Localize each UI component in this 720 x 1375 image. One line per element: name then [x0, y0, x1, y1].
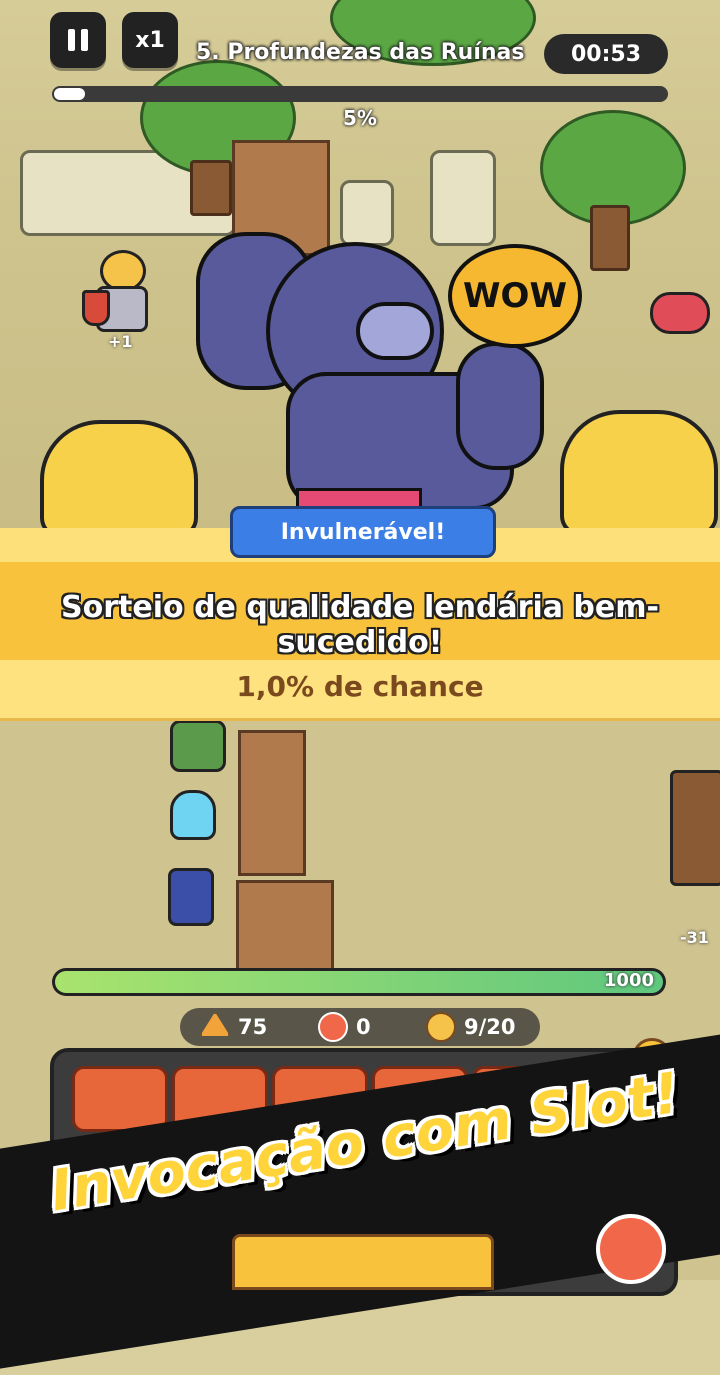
base-health-bar: 1000: [52, 968, 666, 996]
banana-monster-right: [560, 410, 718, 536]
gold-icon: [200, 1012, 230, 1036]
base-health-value: 1000: [603, 970, 654, 991]
mage-unit[interactable]: [168, 868, 214, 926]
bonus-label: +1: [108, 332, 133, 351]
summon-button[interactable]: [232, 1234, 494, 1290]
wooden-gate: [238, 730, 306, 876]
gem-counter: 0: [318, 1012, 371, 1042]
gold-value: 75: [238, 1015, 268, 1039]
pause-icon: [68, 29, 88, 51]
invulnerable-badge: Invulnerável!: [230, 506, 496, 558]
damage-label: -31: [680, 928, 709, 947]
tree-trunk: [590, 205, 630, 271]
knight-hero[interactable]: [82, 250, 162, 340]
totem-enemy: [670, 770, 720, 886]
speed-label: x1: [135, 27, 165, 53]
snail-enemy: [650, 292, 710, 334]
gem-value: 0: [356, 1015, 371, 1039]
tree-trunk: [190, 160, 232, 216]
unit-counter: 9/20: [426, 1012, 516, 1042]
timer: 00:53: [544, 34, 668, 74]
legendary-message: Sorteio de qualidade lendária bem-sucedi…: [61, 590, 659, 660]
archer-unit[interactable]: [170, 720, 226, 772]
wave-progress-label: 5%: [343, 106, 377, 130]
gem-icon: [596, 1214, 666, 1284]
speed-button[interactable]: x1: [122, 12, 178, 68]
slime-unit[interactable]: [170, 790, 216, 840]
speech-bubble: WOW: [448, 244, 582, 348]
speech-bubble-text: WOW: [463, 276, 567, 316]
timer-text: 00:53: [570, 41, 642, 67]
chance-label: 1,0% de chance: [236, 670, 484, 703]
unit-value: 9/20: [464, 1015, 516, 1039]
gem-icon: [318, 1012, 348, 1042]
stage-title: 5. Profundezas das Ruínas: [196, 40, 525, 65]
wave-progress-bar: [52, 86, 668, 102]
unit-icon: [426, 1012, 456, 1042]
banana-monster-left: [40, 420, 198, 538]
pause-button[interactable]: [50, 12, 106, 68]
slot-reel[interactable]: [72, 1066, 168, 1132]
invulnerable-badge-label: Invulnerável!: [280, 519, 446, 545]
gold-counter: 75: [200, 1012, 267, 1042]
wave-progress-fill: [54, 88, 85, 100]
base-health-fill: [55, 971, 663, 993]
